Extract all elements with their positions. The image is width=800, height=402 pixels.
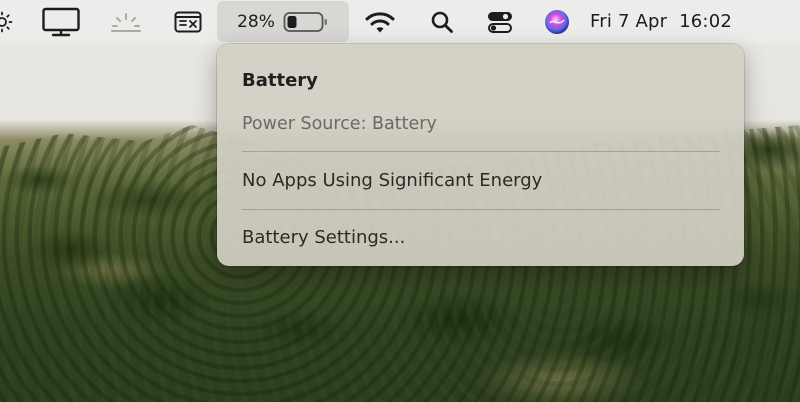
wifi-icon[interactable] [363, 0, 397, 43]
battery-status-button[interactable]: 28% [217, 1, 349, 42]
battery-icon [283, 11, 329, 33]
dimmed-sun-icon[interactable] [108, 0, 144, 43]
battery-percentage: 28% [237, 11, 275, 32]
control-center-icon[interactable] [484, 0, 516, 43]
energy-usage-status: No Apps Using Significant Energy [242, 170, 543, 191]
battery-menu: Battery Power Source: Battery No Apps Us… [217, 44, 744, 266]
battery-settings-menu-item[interactable]: Battery Settings... [242, 227, 405, 248]
menu-bar: 28% Fri 7 Apr 16:02 [0, 0, 800, 43]
power-source-label: Power Source: Battery [242, 114, 437, 134]
battery-menu-title: Battery [242, 70, 318, 91]
menubar-clock[interactable]: Fri 7 Apr 16:02 [590, 11, 732, 32]
display-monitor-icon[interactable] [40, 0, 82, 43]
siri-icon[interactable] [541, 0, 573, 43]
screen-mirroring-icon[interactable] [172, 0, 204, 43]
menu-separator [242, 209, 720, 210]
spotlight-search-icon[interactable] [427, 0, 457, 43]
sun-icon[interactable] [0, 0, 14, 43]
menu-separator [242, 151, 720, 152]
